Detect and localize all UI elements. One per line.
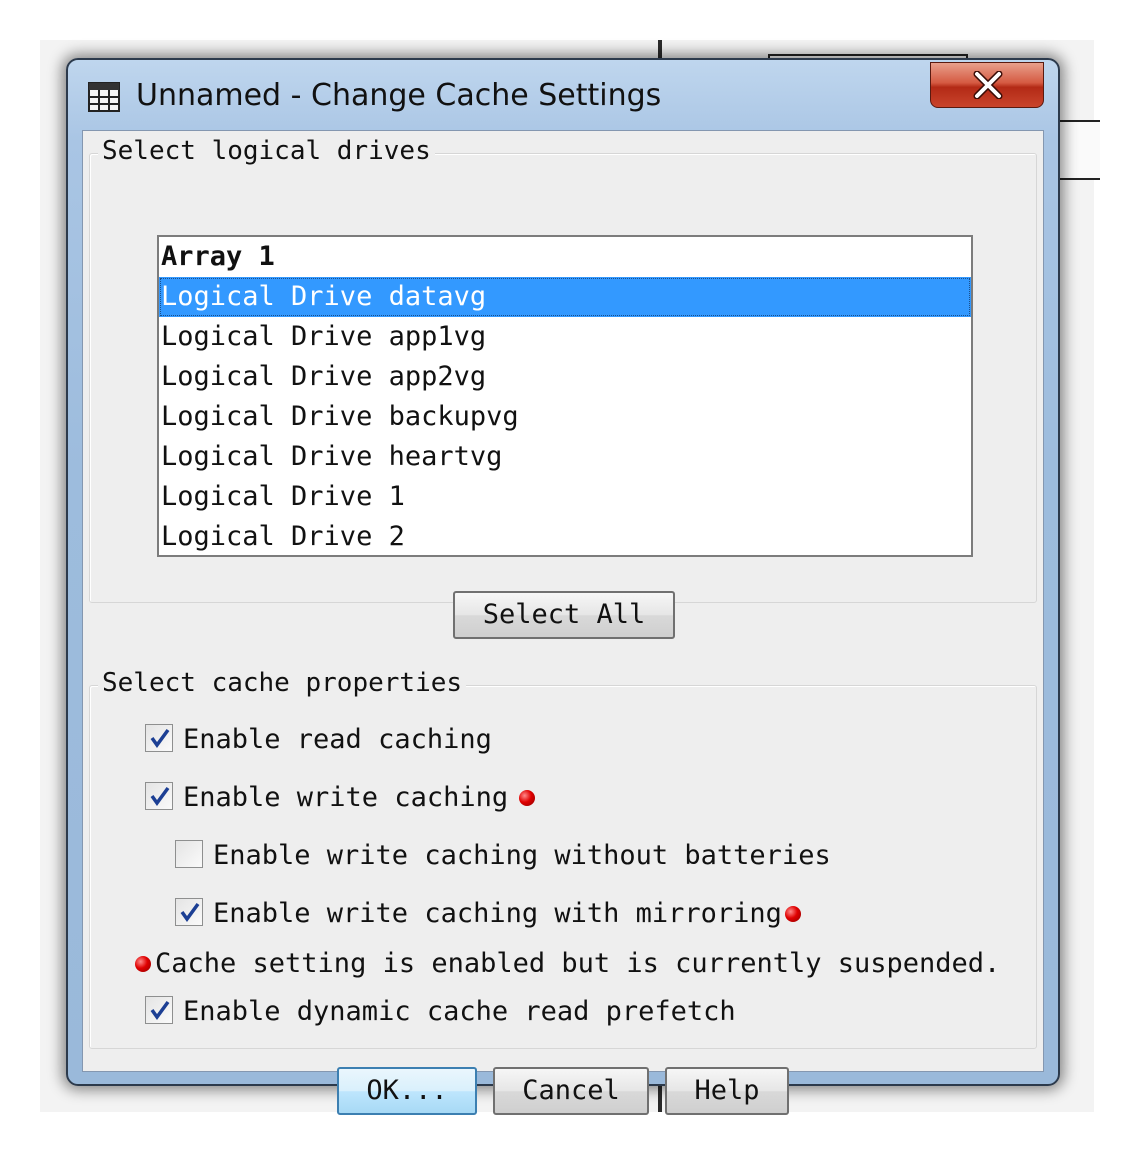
logical-drives-group-title: Select logical drives	[98, 136, 435, 166]
checkbox-box[interactable]	[145, 782, 173, 810]
select-all-button[interactable]: Select All	[453, 591, 675, 639]
list-item-logical-drive[interactable]: Logical Drive app1vg	[159, 317, 971, 357]
window-title: Unnamed - Change Cache Settings	[136, 78, 662, 113]
write-caching-label: Enable write caching	[183, 782, 509, 813]
list-item-logical-drive[interactable]: Logical Drive 1	[159, 477, 971, 517]
checkbox-box[interactable]	[175, 840, 203, 868]
checkbox-box[interactable]	[145, 724, 173, 752]
list-item-logical-drive[interactable]: Logical Drive 2	[159, 517, 971, 555]
cancel-button[interactable]: Cancel	[493, 1067, 649, 1115]
close-icon	[973, 71, 1003, 99]
checkmark-icon	[180, 902, 200, 922]
background-panel-edge	[1058, 120, 1100, 180]
close-button[interactable]	[930, 62, 1044, 108]
read-caching-label: Enable read caching	[183, 724, 492, 755]
logical-drives-list[interactable]: Array 1 Logical Drive datavg Logical Dri…	[157, 235, 973, 557]
dialog-client-area: Select logical drives Array 1 Logical Dr…	[82, 130, 1044, 1115]
change-cache-settings-dialog: Unnamed - Change Cache Settings Select l…	[66, 58, 1060, 1115]
ok-button[interactable]: OK...	[337, 1067, 477, 1115]
list-item-logical-drive[interactable]: Logical Drive heartvg	[159, 437, 971, 477]
suspended-note-text: Cache setting is enabled but is currentl…	[155, 948, 1001, 979]
write-caching-checkbox[interactable]: Enable write caching	[145, 781, 565, 815]
title-bar[interactable]: Unnamed - Change Cache Settings	[68, 60, 1058, 132]
checkbox-box[interactable]	[175, 898, 203, 926]
checkmark-icon	[150, 1000, 170, 1020]
table-grid-icon	[88, 82, 120, 112]
checkmark-icon	[150, 728, 170, 748]
write-caching-with-mirroring-checkbox[interactable]: Enable write caching with mirroring	[175, 897, 815, 931]
list-item-logical-drive[interactable]: Logical Drive app2vg	[159, 357, 971, 397]
checkmark-icon	[150, 786, 170, 806]
red-dot-icon	[785, 906, 801, 922]
red-dot-icon	[135, 956, 151, 972]
help-button[interactable]: Help	[665, 1067, 789, 1115]
list-item-array-header[interactable]: Array 1	[159, 237, 971, 277]
list-item-logical-drive[interactable]: Logical Drive datavg	[159, 277, 971, 317]
dynamic-prefetch-label: Enable dynamic cache read prefetch	[183, 996, 736, 1027]
cache-properties-group-title: Select cache properties	[98, 668, 467, 698]
red-dot-icon	[519, 790, 535, 806]
list-item-logical-drive[interactable]: Logical Drive backupvg	[159, 397, 971, 437]
checkbox-box[interactable]	[145, 996, 173, 1024]
write-caching-without-batteries-label: Enable write caching without batteries	[213, 840, 831, 871]
write-caching-with-mirroring-label: Enable write caching with mirroring	[213, 898, 782, 929]
